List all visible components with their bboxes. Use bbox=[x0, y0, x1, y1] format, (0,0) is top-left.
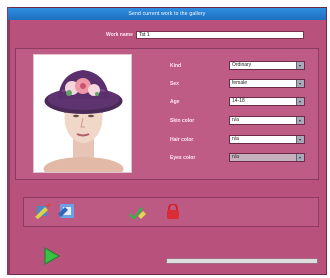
sex-select[interactable]: female bbox=[229, 79, 305, 88]
chevron-down-icon[interactable] bbox=[296, 80, 304, 87]
kind-value: Ordinary bbox=[232, 62, 252, 68]
eyes-color-select[interactable]: n/a bbox=[229, 153, 305, 162]
play-icon[interactable] bbox=[44, 247, 60, 265]
chevron-down-icon[interactable] bbox=[296, 154, 304, 161]
eyes-color-label: Eyes color bbox=[170, 155, 196, 161]
portrait-image bbox=[33, 54, 132, 173]
chevron-down-icon[interactable] bbox=[296, 136, 304, 143]
age-label: Age bbox=[170, 99, 180, 105]
edit-check-icon[interactable] bbox=[129, 205, 147, 221]
sex-value: female bbox=[232, 80, 248, 86]
title-text: Send current work to the gallery bbox=[128, 11, 206, 17]
chevron-down-icon[interactable] bbox=[296, 98, 304, 105]
hair-color-label: Hair color bbox=[170, 137, 194, 143]
lock-icon[interactable] bbox=[166, 204, 180, 219]
chevron-down-icon[interactable] bbox=[296, 62, 304, 69]
title-bar: Send current work to the gallery bbox=[8, 8, 326, 20]
hair-color-select[interactable]: n/a bbox=[229, 135, 305, 144]
chevron-down-icon[interactable] bbox=[296, 117, 304, 124]
portrait-illustration bbox=[34, 55, 131, 172]
edit-photo-icon[interactable] bbox=[35, 203, 51, 219]
eyes-color-value: n/a bbox=[232, 154, 239, 160]
work-name-input[interactable]: Tst 1 bbox=[136, 31, 304, 39]
skin-color-label: Skin color bbox=[170, 118, 195, 124]
skin-color-value: n/a bbox=[232, 117, 239, 123]
hair-color-value: n/a bbox=[232, 136, 239, 142]
gallery-send-icon[interactable] bbox=[58, 202, 76, 220]
age-select[interactable]: 14-18 bbox=[229, 97, 305, 106]
kind-select[interactable]: Ordinary bbox=[229, 61, 305, 70]
window-edge bbox=[7, 7, 10, 275]
age-value: 14-18 bbox=[232, 98, 245, 104]
sex-label: Sex bbox=[170, 81, 179, 87]
work-name-label: Work name bbox=[106, 32, 133, 38]
progress-bar bbox=[166, 258, 318, 264]
kind-label: Kind bbox=[170, 63, 182, 69]
skin-color-select[interactable]: n/a bbox=[229, 116, 305, 125]
